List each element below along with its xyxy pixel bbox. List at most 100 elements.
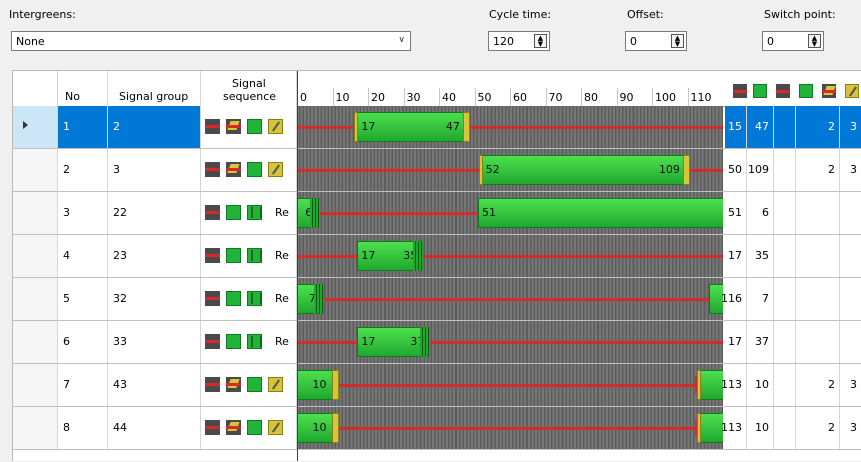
cell-signal-group[interactable]: 32 xyxy=(108,278,201,320)
signal-timeline[interactable]: 52 109 xyxy=(297,149,723,191)
switch-point-spinner[interactable]: 0 ▲ ▼ xyxy=(762,31,824,51)
signal-timeline[interactable]: 51 6 xyxy=(297,192,723,234)
cycle-time-spinner[interactable]: 120 ▲ ▼ xyxy=(488,31,550,51)
cell-red-amber-time-value[interactable]: 3 xyxy=(840,364,861,406)
cell-green-end-value[interactable]: 47 xyxy=(747,106,774,148)
cell-green-end-value[interactable]: 109 xyxy=(747,149,774,191)
cell-no[interactable]: 7 xyxy=(58,364,108,406)
cell-signal-group[interactable]: 43 xyxy=(108,364,201,406)
cell-amber-time-value[interactable]: 2 xyxy=(796,106,840,148)
cell-signal-group[interactable]: 23 xyxy=(108,235,201,277)
cell-green-end-value[interactable]: 10 xyxy=(747,407,774,449)
cell-green-start-value[interactable]: 17 xyxy=(725,235,747,277)
row-header[interactable] xyxy=(13,106,58,148)
cell-red-amber-time-value[interactable] xyxy=(840,235,861,277)
cell-signal-sequence[interactable] xyxy=(201,364,297,406)
cell-green-start-value[interactable]: 51 xyxy=(725,192,747,234)
cell-green-start-value[interactable]: 113 xyxy=(721,407,747,449)
signal-timeline[interactable]: 17 37 xyxy=(297,321,723,363)
intergreens-combo[interactable]: None ∨ xyxy=(11,31,411,51)
cell-amber-time-value[interactable] xyxy=(796,192,840,234)
cell-signal-group[interactable]: 2 xyxy=(108,106,201,148)
cell-col-c-value[interactable] xyxy=(774,149,796,191)
cell-amber-time-value[interactable]: 2 xyxy=(796,364,840,406)
cell-green-start-value[interactable]: 113 xyxy=(721,364,747,406)
cell-amber-time-value[interactable] xyxy=(796,278,840,320)
cell-red-amber-time-value[interactable] xyxy=(840,321,861,363)
cell-col-c-value[interactable] xyxy=(774,192,796,234)
green-phase-bar[interactable] xyxy=(698,413,723,443)
offset-spinner[interactable]: 0 ▲ ▼ xyxy=(625,31,687,51)
signal-timeline[interactable]: 17 35 xyxy=(297,235,723,277)
cell-signal-sequence[interactable]: Re xyxy=(201,235,297,277)
signal-timeline[interactable]: 10 xyxy=(297,407,723,449)
cell-amber-time-value[interactable]: 2 xyxy=(796,407,840,449)
cell-no[interactable]: 5 xyxy=(58,278,108,320)
cell-amber-time-value[interactable] xyxy=(796,235,840,277)
table-row[interactable]: 3 22 Re 51 6 51 6 xyxy=(13,192,861,235)
cell-green-end-value[interactable]: 37 xyxy=(747,321,774,363)
spinner-arrows-icon[interactable]: ▲ ▼ xyxy=(534,34,547,48)
cell-signal-sequence[interactable] xyxy=(201,407,297,449)
row-header[interactable] xyxy=(13,321,58,363)
cell-red-amber-time-value[interactable] xyxy=(840,192,861,234)
table-row[interactable]: 6 33 Re 17 37 17 37 xyxy=(13,321,861,364)
col-signal-group-header[interactable]: Signal group xyxy=(108,71,201,106)
row-header[interactable] xyxy=(13,364,58,406)
cell-signal-group[interactable]: 33 xyxy=(108,321,201,363)
cell-col-c-value[interactable] xyxy=(774,278,796,320)
cell-col-c-value[interactable] xyxy=(774,321,796,363)
col-signal-sequence-header[interactable]: Signal sequence xyxy=(201,71,297,106)
row-header[interactable] xyxy=(13,192,58,234)
cell-signal-group[interactable]: 22 xyxy=(108,192,201,234)
cell-no[interactable]: 4 xyxy=(58,235,108,277)
cell-no[interactable]: 1 xyxy=(58,106,108,148)
cell-green-start-value[interactable]: 15 xyxy=(725,106,747,148)
green-phase-bar[interactable] xyxy=(481,155,684,185)
table-row[interactable]: 4 23 Re 17 35 17 35 xyxy=(13,235,861,278)
cell-signal-sequence[interactable] xyxy=(201,106,297,148)
cell-amber-time-value[interactable]: 2 xyxy=(796,149,840,191)
signal-timeline[interactable]: 10 xyxy=(297,364,723,406)
cell-no[interactable]: 2 xyxy=(58,149,108,191)
cell-no[interactable]: 6 xyxy=(58,321,108,363)
spinner-arrows-icon[interactable]: ▲ ▼ xyxy=(808,34,821,48)
row-header[interactable] xyxy=(13,149,58,191)
table-row[interactable]: 1 2 17 47 15 47 2 3 xyxy=(13,106,861,149)
cell-col-c-value[interactable] xyxy=(774,407,796,449)
col-no-header[interactable]: No xyxy=(58,71,108,106)
cell-green-end-value[interactable]: 35 xyxy=(747,235,774,277)
cell-red-amber-time-value[interactable]: 3 xyxy=(840,149,861,191)
table-row[interactable]: 2 3 52 109 50 109 2 3 xyxy=(13,149,861,192)
cell-no[interactable]: 3 xyxy=(58,192,108,234)
row-header[interactable] xyxy=(13,235,58,277)
cell-green-end-value[interactable]: 6 xyxy=(747,192,774,234)
cell-green-start-value[interactable]: 17 xyxy=(725,321,747,363)
cell-signal-group[interactable]: 3 xyxy=(108,149,201,191)
table-row[interactable]: 8 44 10 113 10 2 3 xyxy=(13,407,861,450)
table-row[interactable]: 7 43 10 113 10 2 3 xyxy=(13,364,861,407)
green-phase-bar[interactable] xyxy=(698,370,723,400)
cell-col-c-value[interactable] xyxy=(774,106,796,148)
cell-green-start-value[interactable]: 50 xyxy=(725,149,747,191)
cell-signal-sequence[interactable]: Re xyxy=(201,192,297,234)
cell-col-c-value[interactable] xyxy=(774,364,796,406)
spinner-arrows-icon[interactable]: ▲ ▼ xyxy=(671,34,684,48)
cell-green-end-value[interactable]: 7 xyxy=(747,278,774,320)
cell-amber-time-value[interactable] xyxy=(796,321,840,363)
signal-timeline[interactable]: 7 xyxy=(297,278,723,320)
table-row[interactable]: 5 32 Re 7 116 7 xyxy=(13,278,861,321)
cell-col-c-value[interactable] xyxy=(774,235,796,277)
cell-red-amber-time-value[interactable]: 3 xyxy=(840,407,861,449)
cell-green-start-value[interactable]: 116 xyxy=(721,278,747,320)
cell-no[interactable]: 8 xyxy=(58,407,108,449)
green-phase-bar[interactable] xyxy=(478,198,723,228)
cell-signal-group[interactable]: 44 xyxy=(108,407,201,449)
row-header[interactable] xyxy=(13,278,58,320)
cell-green-end-value[interactable]: 10 xyxy=(747,364,774,406)
row-header[interactable] xyxy=(13,407,58,449)
cell-signal-sequence[interactable]: Re xyxy=(201,278,297,320)
cell-signal-sequence[interactable] xyxy=(201,149,297,191)
cell-signal-sequence[interactable]: Re xyxy=(201,321,297,363)
signal-timeline[interactable]: 17 47 xyxy=(297,106,723,148)
